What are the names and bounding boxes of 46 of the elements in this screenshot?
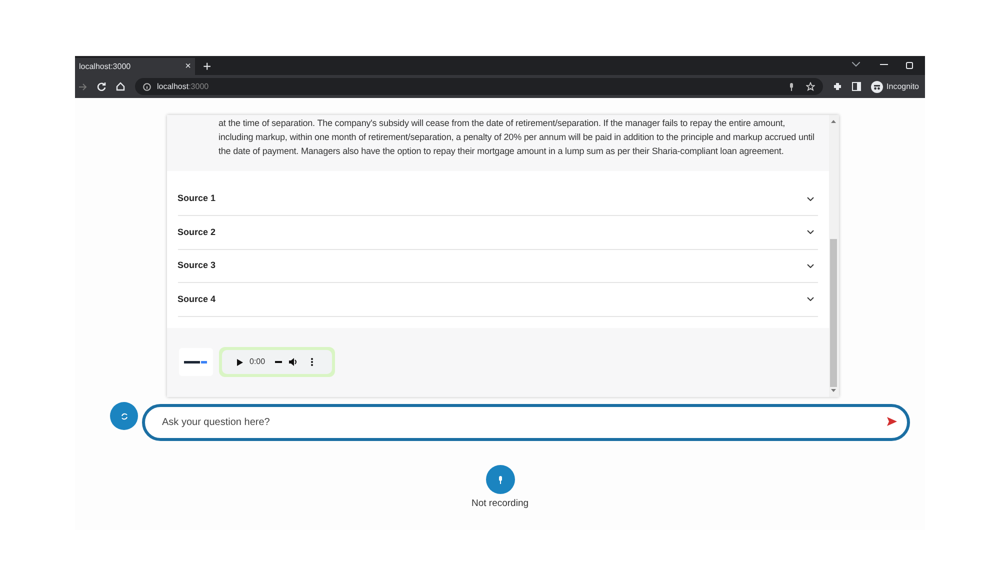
microphone-button[interactable] xyxy=(486,465,514,494)
scrollbar-thumb[interactable] xyxy=(830,239,837,387)
profile-label: Incognito xyxy=(886,80,919,92)
send-icon[interactable] xyxy=(887,417,897,426)
sidebar-icon[interactable] xyxy=(852,82,861,91)
source-accordion[interactable]: Source 1 xyxy=(178,182,818,216)
source-accordion[interactable]: Source 3 xyxy=(178,250,818,284)
close-tab-button[interactable]: × xyxy=(185,62,191,72)
chevron-icon[interactable] xyxy=(806,264,814,268)
progress-track-icon[interactable] xyxy=(275,361,282,364)
scrollbar[interactable] xyxy=(828,115,838,397)
caret-icon[interactable] xyxy=(852,62,860,67)
chevron-icon[interactable] xyxy=(806,230,814,234)
browser-tab[interactable]: localhost:3000 × xyxy=(75,58,195,75)
star-icon[interactable] xyxy=(806,82,815,91)
forward-icon[interactable] xyxy=(79,82,87,90)
scroll-up-icon[interactable] xyxy=(831,120,836,123)
logo-icon xyxy=(178,348,212,376)
tab-title: localhost:3000 xyxy=(79,60,131,72)
recording-status: Not recording xyxy=(471,497,529,511)
audio-time: 0:00 xyxy=(250,356,266,368)
profile-chip[interactable]: Incognito xyxy=(870,80,921,92)
source-accordion[interactable]: Source 4 xyxy=(178,283,818,317)
microphone-icon[interactable] xyxy=(788,82,794,90)
refresh-icon xyxy=(120,412,128,420)
address-bar[interactable]: localhost:3000 xyxy=(135,78,823,95)
play-icon[interactable] xyxy=(236,358,242,366)
info-icon[interactable] xyxy=(143,82,151,90)
volume-icon[interactable] xyxy=(289,358,298,366)
home-icon[interactable] xyxy=(116,82,125,91)
chevron-icon[interactable] xyxy=(806,297,814,302)
refresh-button[interactable] xyxy=(110,402,138,430)
reload-icon[interactable] xyxy=(97,82,106,91)
minimize-icon[interactable] xyxy=(880,64,888,66)
url-text: localhost:3000 xyxy=(157,80,209,92)
microphone-icon xyxy=(498,476,502,484)
more-icon[interactable] xyxy=(311,358,314,366)
chevron-icon[interactable] xyxy=(806,196,814,201)
audio-player[interactable]: 0:00 xyxy=(218,347,334,378)
new-tab-button[interactable]: + xyxy=(203,59,212,73)
source-accordion[interactable]: Source 2 xyxy=(178,216,818,250)
answer-text: at the time of separation. The company's subsidy will cease from the date of retirement/separation. If the manager fails to repay the entire amount, including markup, within one month of retirement/separation, a penalty of 20% per annum will be paid in addition to the principle and markup accrued until the date of payment. Managers also have the option to repay their mortgage amount in a lump sum as per their Sharia-compliant loan agreement. xyxy=(218,117,814,158)
question-field[interactable]: Ask your question here? xyxy=(142,404,910,441)
restore-icon[interactable] xyxy=(906,62,913,69)
incognito-icon xyxy=(870,80,883,92)
scroll-down-icon[interactable] xyxy=(831,389,836,392)
